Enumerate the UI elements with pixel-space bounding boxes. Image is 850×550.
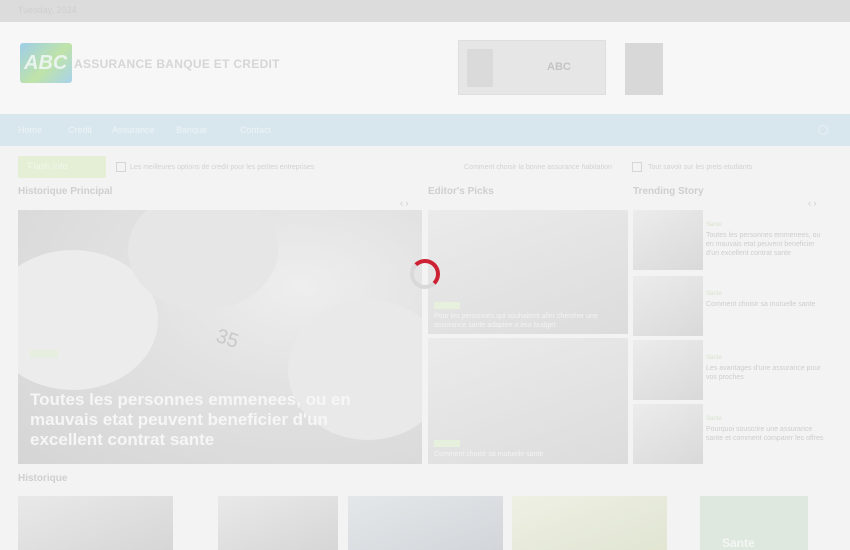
logo-text: ABC (24, 52, 68, 74)
ticker-label-button[interactable]: Flash Info (18, 156, 106, 178)
ticker-label: Flash Info (28, 161, 68, 171)
bottom-thumbnail[interactable] (218, 496, 338, 550)
bottom-thumbnail[interactable] (512, 496, 667, 550)
bottom-thumbnail[interactable] (18, 496, 173, 550)
top-date: Tuesday, 2024 (18, 5, 77, 15)
header-banner-ad-small[interactable] (625, 43, 663, 95)
trending-thumbnail[interactable] (633, 210, 703, 270)
site-logo[interactable]: ABC (20, 43, 72, 83)
editors-pick-card[interactable]: Pour les personnes qui souhaitent aller … (428, 210, 628, 334)
image-number: 35 (213, 325, 242, 353)
header-banner-ad[interactable]: ABC (458, 40, 606, 95)
section-title-trending: Trending Story (633, 186, 704, 197)
ticker-item-icon (632, 162, 642, 172)
nav-item-credit[interactable]: Credit (68, 125, 92, 135)
bottom-thumbnail[interactable] (348, 496, 503, 550)
trending-thumbnail[interactable] (633, 340, 703, 400)
bottom-thumbnail[interactable]: Sante (700, 496, 808, 550)
main-story-headline[interactable]: Toutes les personnes emmenees, ou en mau… (30, 390, 400, 450)
section-title-main: Historique Principal (18, 186, 113, 197)
bottom-thumbnail-label: Sante (722, 536, 755, 550)
editors-pick-caption[interactable]: Pour les personnes qui souhaitent aller … (434, 312, 622, 330)
nav-item-assurance[interactable]: Assurance (112, 125, 155, 135)
site-title[interactable]: ASSURANCE BANQUE ET CREDIT (74, 57, 280, 71)
trending-tag[interactable]: Sante (706, 416, 722, 422)
trending-tag[interactable]: Sante (706, 355, 722, 361)
editors-pick-tag[interactable] (434, 440, 460, 447)
trending-thumbnail[interactable] (633, 276, 703, 336)
main-story-tag[interactable] (30, 350, 58, 358)
trending-title[interactable]: Les avantages d'une assurance pour vos p… (706, 364, 828, 382)
main-prev-next-arrows[interactable]: ‹ › (400, 198, 409, 208)
trending-title[interactable]: Toutes les personnes emmenees, ou en mau… (706, 231, 828, 258)
search-icon[interactable] (818, 125, 828, 135)
trending-tag[interactable]: Sante (706, 222, 722, 228)
nav-item-home[interactable]: Home (18, 125, 42, 135)
loading-spinner-icon (410, 259, 440, 289)
trending-tag[interactable]: Sante (706, 291, 722, 297)
section-title-bottom: Historique (18, 473, 68, 484)
top-bar: Tuesday, 2024 (0, 0, 850, 22)
editors-pick-card[interactable]: Comment choisir sa mutuelle sante (428, 338, 628, 464)
ticker-item[interactable]: Tout savoir sur les prets etudiants (648, 164, 752, 171)
section-title-editors: Editor's Picks (428, 186, 494, 197)
trending-prev-next-arrows[interactable]: ‹ › (808, 198, 817, 208)
ticker-item-icon (116, 162, 126, 172)
nav-item-contact[interactable]: Contact (240, 125, 271, 135)
editors-pick-tag[interactable] (434, 302, 460, 309)
trending-title[interactable]: Pourquoi souscrire une assurance sante e… (706, 425, 828, 443)
banner-mark-icon (467, 49, 493, 87)
main-nav: Home Credit Assurance Banque Contact (0, 114, 850, 146)
banner-text: ABC (547, 61, 571, 73)
editors-pick-caption[interactable]: Comment choisir sa mutuelle sante (434, 450, 622, 459)
ticker-item[interactable]: Les meilleures options de credit pour le… (130, 164, 314, 171)
nav-item-banque[interactable]: Banque (176, 125, 207, 135)
trending-thumbnail[interactable] (633, 404, 703, 464)
ticker-item[interactable]: Comment choisir la bonne assurance habit… (464, 164, 612, 171)
news-ticker: Flash Info Les meilleures options de cre… (0, 152, 850, 182)
trending-title[interactable]: Comment choisir sa mutuelle sante (706, 300, 828, 309)
page: Tuesday, 2024 ABC ASSURANCE BANQUE ET CR… (0, 0, 850, 550)
